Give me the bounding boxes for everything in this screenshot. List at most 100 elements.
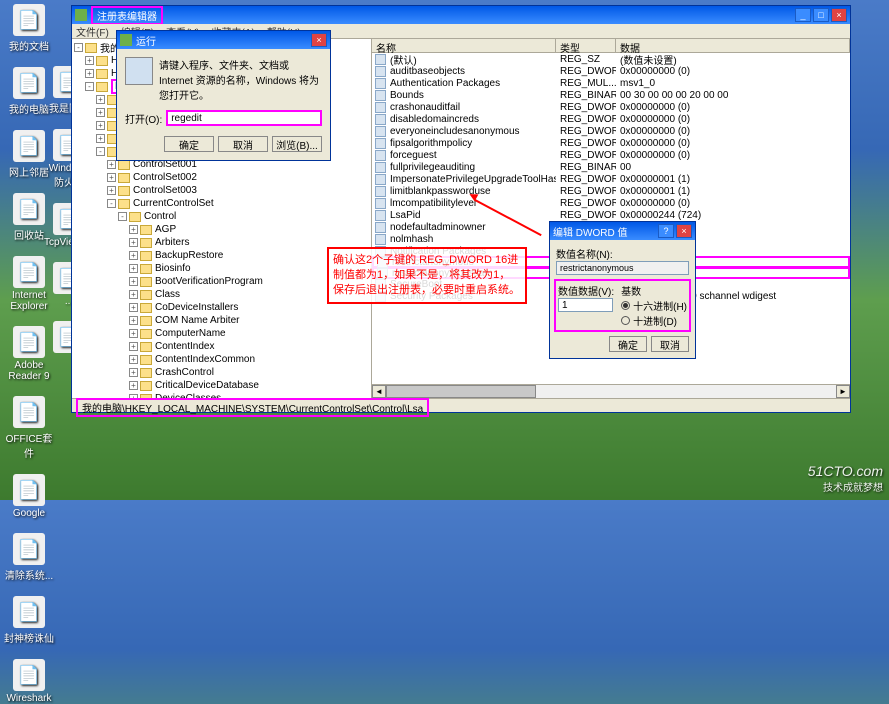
radio-dec[interactable] — [621, 316, 630, 325]
tree-toggle-icon[interactable]: + — [85, 56, 94, 65]
close-button[interactable]: × — [831, 8, 847, 22]
tree-node[interactable]: +ComputerName — [74, 327, 369, 340]
tree-node[interactable]: +ContentIndex — [74, 340, 369, 353]
desktop-icon[interactable]: 📄OFFICE套件 — [4, 396, 54, 460]
tree-node[interactable]: +Biosinfo — [74, 262, 369, 275]
maximize-button[interactable]: □ — [813, 8, 829, 22]
tree-node[interactable]: +COM Name Arbiter — [74, 314, 369, 327]
tree-toggle-icon[interactable]: + — [96, 134, 105, 143]
edit-titlebar[interactable]: 编辑 DWORD 值 ? × — [550, 222, 695, 240]
edit-cancel-button[interactable]: 取消 — [651, 336, 689, 352]
value-row[interactable]: fullprivilegeauditing REG_BINARY 00 — [372, 161, 850, 173]
radio-dec-row[interactable]: 十进制(D) — [621, 313, 687, 328]
value-row[interactable]: forceguest REG_DWORD 0x00000000 (0) — [372, 149, 850, 161]
tree-toggle-icon[interactable]: - — [118, 212, 127, 221]
desktop-icon[interactable]: 📄我的文档 — [4, 4, 54, 53]
tree-toggle-icon[interactable]: + — [129, 238, 138, 247]
value-row[interactable]: Authentication Packages REG_MUL... msv1_… — [372, 77, 850, 89]
tree-toggle-icon[interactable]: - — [107, 199, 116, 208]
minimize-button[interactable]: _ — [795, 8, 811, 22]
regedit-titlebar[interactable]: 注册表编辑器 _ □ × — [72, 6, 850, 24]
tree-toggle-icon[interactable]: - — [85, 82, 94, 91]
tree-node[interactable]: +DeviceClasses — [74, 392, 369, 398]
edit-ok-button[interactable]: 确定 — [609, 336, 647, 352]
tree-toggle-icon[interactable]: + — [129, 303, 138, 312]
radio-hex[interactable] — [621, 301, 630, 310]
tree-node[interactable]: +ControlSet002 — [74, 171, 369, 184]
tree-toggle-icon[interactable]: + — [85, 69, 94, 78]
tree-toggle-icon[interactable]: + — [129, 251, 138, 260]
tree-toggle-icon[interactable]: + — [129, 329, 138, 338]
radio-hex-row[interactable]: 十六进制(H) — [621, 298, 687, 313]
run-browse-button[interactable]: 浏览(B)... — [272, 136, 322, 152]
tree-toggle-icon[interactable]: + — [129, 316, 138, 325]
tree-toggle-icon[interactable]: + — [107, 173, 116, 182]
value-row[interactable]: ImpersonatePrivilegeUpgradeToolHasRun RE… — [372, 173, 850, 185]
tree-node[interactable]: +BootVerificationProgram — [74, 275, 369, 288]
value-row[interactable]: disabledomaincreds REG_DWORD 0x00000000 … — [372, 113, 850, 125]
desktop-icon[interactable]: 📄封神榜诛仙 — [4, 596, 54, 645]
tree-toggle-icon[interactable]: + — [129, 342, 138, 351]
value-name: Authentication Packages — [386, 78, 556, 89]
edit-name-input[interactable] — [556, 261, 689, 275]
tree-node[interactable]: -Control — [74, 210, 369, 223]
tree-node[interactable]: +ContentIndexCommon — [74, 353, 369, 366]
tree-node[interactable]: +CoDeviceInstallers — [74, 301, 369, 314]
tree-toggle-icon[interactable]: + — [129, 381, 138, 390]
scroll-right-arrow[interactable]: ► — [836, 385, 850, 398]
menu-item[interactable]: 文件(F) — [76, 24, 109, 39]
run-ok-button[interactable]: 确定 — [164, 136, 214, 152]
tree-toggle-icon[interactable]: + — [129, 290, 138, 299]
tree-node[interactable]: +Class — [74, 288, 369, 301]
tree-node[interactable]: -CurrentControlSet — [74, 197, 369, 210]
tree-toggle-icon[interactable]: + — [129, 394, 138, 398]
tree-toggle-icon[interactable]: + — [107, 160, 116, 169]
tree-toggle-icon[interactable]: + — [96, 95, 105, 104]
value-type: REG_SZ — [556, 54, 616, 65]
edit-help-button[interactable]: ? — [658, 224, 674, 238]
tree-node[interactable]: +Arbiters — [74, 236, 369, 249]
tree-toggle-icon[interactable]: + — [96, 121, 105, 130]
tree-toggle-icon[interactable]: + — [107, 186, 116, 195]
col-name[interactable]: 名称 — [372, 39, 556, 52]
col-type[interactable]: 类型 — [556, 39, 616, 52]
run-cancel-button[interactable]: 取消 — [218, 136, 268, 152]
tree-toggle-icon[interactable]: + — [129, 368, 138, 377]
run-open-input[interactable] — [166, 110, 322, 126]
col-data[interactable]: 数据 — [616, 39, 850, 52]
tree-toggle-icon[interactable]: + — [129, 264, 138, 273]
folder-icon — [140, 290, 152, 300]
value-row[interactable]: lmcompatibilitylevel REG_DWORD 0x0000000… — [372, 197, 850, 209]
run-close-button[interactable]: × — [311, 33, 327, 47]
tree-toggle-icon[interactable]: + — [129, 225, 138, 234]
value-row[interactable]: LsaPid REG_DWORD 0x00000244 (724) — [372, 209, 850, 221]
value-row[interactable]: everyoneincludesanonymous REG_DWORD 0x00… — [372, 125, 850, 137]
tree-toggle-icon[interactable]: + — [129, 277, 138, 286]
run-dialog-icon — [125, 57, 153, 85]
tree-toggle-icon[interactable]: - — [96, 147, 105, 156]
tree-node[interactable]: +ControlSet003 — [74, 184, 369, 197]
scroll-thumb[interactable] — [386, 385, 536, 398]
value-row[interactable]: fipsalgorithmpolicy REG_DWORD 0x00000000… — [372, 137, 850, 149]
desktop-icon[interactable]: 📄清除系统... — [4, 533, 54, 582]
value-row[interactable]: auditbaseobjects REG_DWORD 0x00000000 (0… — [372, 65, 850, 77]
edit-data-input[interactable] — [558, 298, 613, 312]
desktop-icon-image: 📄 — [13, 659, 45, 691]
tree-toggle-icon[interactable]: + — [96, 108, 105, 117]
tree-toggle-icon[interactable]: - — [74, 43, 83, 52]
tree-toggle-icon[interactable]: + — [129, 355, 138, 364]
desktop-icon[interactable]: 📄Google — [4, 474, 54, 519]
tree-node[interactable]: +CrashControl — [74, 366, 369, 379]
tree-node[interactable]: +AGP — [74, 223, 369, 236]
scroll-left-arrow[interactable]: ◄ — [372, 385, 386, 398]
value-row[interactable]: crashonauditfail REG_DWORD 0x00000000 (0… — [372, 101, 850, 113]
value-row[interactable]: (默认) REG_SZ (数值未设置) — [372, 53, 850, 65]
value-row[interactable]: Bounds REG_BINARY 00 30 00 00 00 20 00 0… — [372, 89, 850, 101]
run-titlebar[interactable]: 运行 × — [117, 31, 330, 49]
tree-node[interactable]: +BackupRestore — [74, 249, 369, 262]
tree-node[interactable]: +CriticalDeviceDatabase — [74, 379, 369, 392]
edit-close-button[interactable]: × — [676, 224, 692, 238]
desktop-icon[interactable]: 📄Wireshark — [4, 659, 54, 704]
horizontal-scrollbar[interactable]: ◄ ► — [372, 384, 850, 398]
value-row[interactable]: limitblankpassworduse REG_DWORD 0x000000… — [372, 185, 850, 197]
